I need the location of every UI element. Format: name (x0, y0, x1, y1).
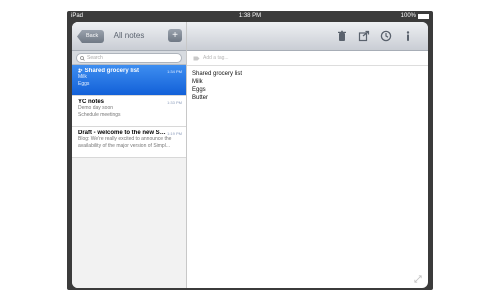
note-timestamp: 1:34 PM (167, 69, 182, 74)
shared-icon (78, 68, 83, 73)
note-list-item[interactable]: YC notes Demo day soon Schedule meetings… (72, 96, 186, 127)
note-editor: Add a tag... Shared grocery list Milk Eg… (187, 22, 428, 288)
add-note-button[interactable]: + (168, 29, 182, 42)
search-placeholder: Search (87, 55, 103, 61)
editor-toolbar (187, 22, 428, 51)
app-panel: Back All notes + Search Shared grocery l… (72, 22, 428, 288)
note-timestamp: 1:19 PM (167, 131, 182, 136)
trash-icon[interactable] (336, 30, 348, 42)
status-bar: iPad 1:38 PM 100% (67, 11, 433, 22)
note-text-line: Butter (192, 95, 209, 101)
note-preview-line: Demo day soon (78, 105, 114, 111)
note-timestamp: 1:33 PM (167, 100, 182, 105)
note-preview-line: Milk (78, 74, 87, 81)
note-text-line: Eggs (192, 87, 206, 93)
note-preview-line: Eggs (78, 81, 90, 88)
tag-input-placeholder: Add a tag... (203, 55, 229, 61)
notes-sidebar: Back All notes + Search Shared grocery l… (72, 22, 187, 288)
search-icon (80, 55, 85, 61)
note-preview-line: Blog: We're really excited to announce t… (78, 136, 172, 142)
sidebar-toolbar: Back All notes + (72, 22, 186, 51)
ipad-frame: iPad 1:38 PM 100% Back All notes + Searc… (67, 11, 433, 290)
note-list-item[interactable]: Draft - welcome to the new Si... Blog: W… (72, 127, 186, 158)
battery-icon (418, 14, 429, 19)
expand-icon[interactable] (414, 275, 422, 283)
search-input[interactable]: Search (76, 53, 182, 63)
note-text-area[interactable]: Shared grocery list Milk Eggs Butter (187, 66, 428, 106)
battery-indicator: 100% (401, 11, 429, 22)
tag-bar[interactable]: Add a tag... (187, 51, 428, 66)
note-preview-line: Schedule meetings (78, 112, 121, 118)
share-icon[interactable] (358, 30, 370, 42)
note-text-line: Milk (192, 79, 203, 85)
search-bar: Search (72, 51, 186, 65)
clock-label: 1:38 PM (238, 13, 262, 19)
tag-icon (193, 56, 200, 60)
note-preview-line: availability of the major version of Sim… (78, 143, 170, 149)
info-icon[interactable] (402, 30, 414, 42)
note-list-item[interactable]: Shared grocery list Milk Eggs 1:34 PM (72, 65, 186, 96)
clock-icon[interactable] (380, 30, 392, 42)
note-text-line: Shared grocery list (192, 71, 243, 77)
battery-percent: 100% (400, 13, 416, 19)
